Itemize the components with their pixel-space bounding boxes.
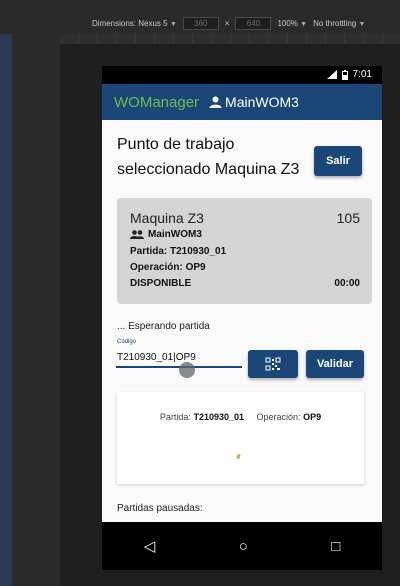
machine-card: Maquina Z3 105 MainWOM3 Partida: T210930…	[117, 198, 372, 304]
left-panel	[0, 0, 12, 586]
dropdown-arrow-icon: ▼	[300, 21, 308, 28]
qr-code-icon	[265, 357, 281, 371]
header-user: MainWOM3	[209, 94, 299, 110]
page-title: Punto de trabajo seleccionado Maquina Z3	[117, 136, 300, 178]
devtools-side-panel	[12, 34, 60, 586]
paused-heading: Partidas pausadas:	[117, 503, 203, 514]
group-icon	[130, 230, 144, 239]
machine-status: DISPONIBLE	[130, 278, 192, 289]
battery-icon	[341, 69, 348, 80]
result-summary: Partida: T210930_01 Operación: OP9	[117, 412, 364, 422]
machine-operacion: Operación: OP9	[130, 262, 206, 273]
result-partida-value: T210930_01	[193, 412, 244, 422]
throttle-select[interactable]: No throttling ▼	[313, 19, 365, 28]
code-label: Código	[117, 339, 137, 345]
machine-number: 105	[336, 210, 360, 226]
dropdown-arrow-icon: ▼	[169, 21, 177, 28]
dimensions-label: Dimensions: Nexus 5	[92, 19, 168, 28]
machine-time: 00:00	[334, 278, 360, 289]
height-field[interactable]: 640	[235, 17, 272, 30]
device-ruler	[60, 34, 400, 44]
back-icon[interactable]: ◁	[144, 537, 156, 555]
phone-frame: 7:01 WOManager MainWOM3 Punto de trabajo…	[102, 66, 382, 570]
result-partida-label: Partida:	[159, 412, 191, 422]
times-icon: ×	[224, 19, 230, 28]
dimensions-select[interactable]: Dimensions: Nexus 5 ▼	[92, 19, 177, 28]
zoom-select[interactable]: 100% ▼	[277, 19, 307, 28]
dropdown-arrow-icon: ▼	[358, 21, 366, 28]
machine-partida: Partida: T210930_01	[130, 246, 227, 257]
machine-name: Maquina Z3	[130, 210, 204, 226]
qr-scan-button[interactable]	[248, 350, 298, 378]
header-user-name: MainWOM3	[225, 94, 299, 110]
android-nav-bar: ◁ ○ □	[102, 522, 382, 570]
exit-button[interactable]: Salir	[314, 146, 362, 176]
waiting-text: ... Esperando partida	[117, 321, 210, 332]
home-icon[interactable]: ○	[239, 538, 248, 555]
throttle-label: No throttling	[313, 19, 357, 28]
app-header: WOManager MainWOM3	[102, 84, 382, 120]
brand-title: WOManager	[114, 93, 200, 111]
status-bar: 7:01	[102, 66, 382, 84]
loading-indicator	[236, 453, 241, 460]
validate-button[interactable]: Validar	[306, 350, 364, 378]
clock: 7:01	[352, 69, 372, 80]
result-operacion-label: Operación:	[256, 412, 301, 422]
touch-cursor	[179, 362, 195, 378]
user-icon	[209, 96, 222, 108]
signal-icon	[326, 70, 337, 79]
machine-user: MainWOM3	[130, 229, 202, 240]
machine-user-name: MainWOM3	[148, 229, 202, 240]
devtools-toolbar: Dimensions: Nexus 5 ▼ 360 × 640 100% ▼ N…	[0, 0, 400, 34]
result-card: Partida: T210930_01 Operación: OP9	[117, 392, 364, 484]
result-operacion-value: OP9	[303, 412, 322, 422]
recents-icon[interactable]: □	[331, 538, 340, 555]
main-content: Punto de trabajo seleccionado Maquina Z3…	[102, 120, 382, 522]
code-input[interactable]	[116, 348, 242, 368]
zoom-label: 100%	[277, 19, 298, 28]
width-field[interactable]: 360	[182, 17, 219, 30]
